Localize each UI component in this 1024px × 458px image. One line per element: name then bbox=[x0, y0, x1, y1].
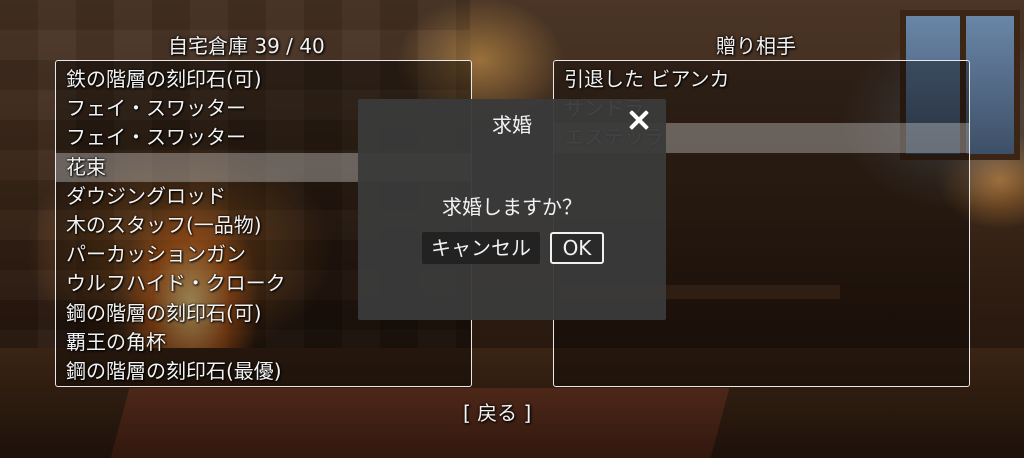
storage-item[interactable]: 覇王の角杯 bbox=[56, 328, 471, 357]
proposal-dialog: 求婚 求婚しますか？ キャンセル OK bbox=[358, 99, 666, 320]
recipient-header: 贈り相手 bbox=[716, 34, 796, 58]
back-button[interactable]: [ 戻る ] bbox=[463, 397, 531, 426]
recipient-item[interactable]: 引退した ビアンカ bbox=[554, 65, 969, 94]
cancel-button[interactable]: キャンセル bbox=[422, 232, 540, 264]
dialog-title: 求婚 bbox=[492, 113, 532, 137]
close-icon[interactable] bbox=[626, 107, 652, 133]
dialog-message: 求婚しますか？ bbox=[442, 195, 582, 219]
storage-item[interactable]: 鉄の階層の刻印石(可) bbox=[56, 65, 471, 94]
storage-header: 自宅倉庫 39 / 40 bbox=[168, 34, 325, 58]
storage-item[interactable]: 鋼の階層の刻印石(最優) bbox=[56, 357, 471, 386]
ok-button[interactable]: OK bbox=[550, 232, 604, 264]
rug bbox=[110, 388, 730, 458]
